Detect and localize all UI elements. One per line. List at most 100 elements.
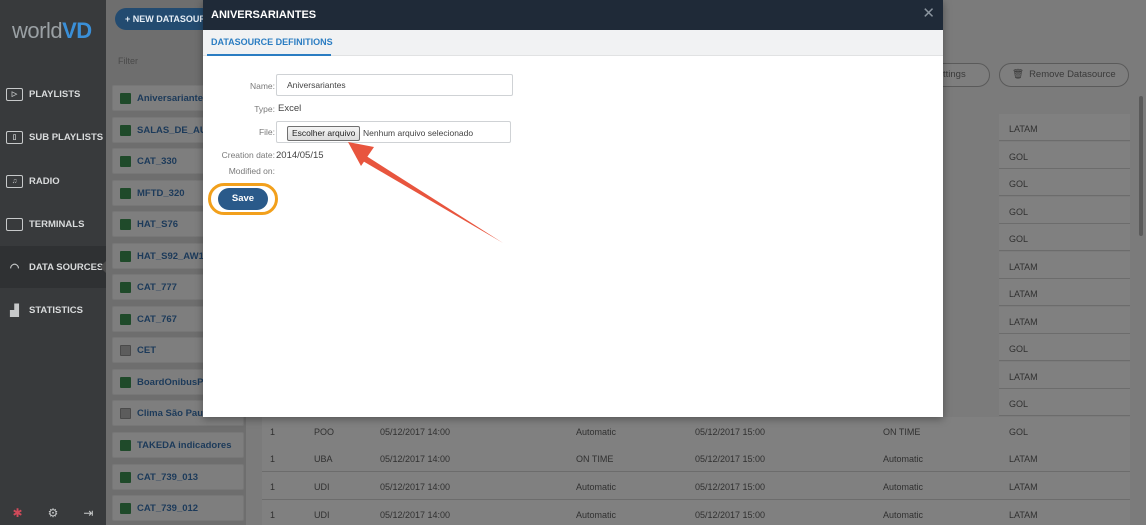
- file-status-text: Nenhum arquivo selecionado: [363, 128, 474, 138]
- sidebar: worldVD ▷ PLAYLISTS ▯ SUB PLAYLISTS ♫ RADIO…: [0, 0, 107, 525]
- grid-cell: GOL: [999, 224, 1130, 251]
- table-cell: Automatic: [883, 510, 924, 520]
- sidebar-item-label: SUB PLAYLISTS: [29, 131, 104, 143]
- table-row[interactable]: 1 UDI 05/12/2017 14:00 Automatic 05/12/2017 …: [262, 472, 1130, 500]
- datasource-item[interactable]: CAT_739_012: [112, 495, 244, 521]
- table-cell: ON TIME: [883, 427, 921, 437]
- table-cell: 05/12/2017 14:00: [380, 427, 451, 437]
- generic-file-icon: [120, 407, 131, 419]
- table-cell: ON TIME: [576, 454, 614, 464]
- logout-icon[interactable]: ⇥: [83, 506, 93, 520]
- grid-cell: GOL: [999, 389, 1130, 416]
- table-cell: 05/12/2017 15:00: [695, 454, 766, 464]
- table-cell: 05/12/2017 14:00: [380, 482, 451, 492]
- tab-datasource-definitions[interactable]: DATASOURCE DEFINITIONS: [211, 37, 333, 47]
- grid-cell: GOL: [999, 197, 1130, 224]
- scrollbar[interactable]: [1139, 96, 1143, 236]
- table-cell: 05/12/2017 14:00: [380, 454, 451, 464]
- table-row[interactable]: 1 UDI 05/12/2017 14:00 Automatic 05/12/2017 …: [262, 500, 1130, 525]
- creation-date-label: Creation date:: [221, 150, 275, 160]
- table-cell: POO: [314, 427, 335, 437]
- play-icon: ▷: [6, 87, 23, 101]
- generic-file-icon: [120, 344, 131, 356]
- grid-cell: LATAM: [999, 279, 1130, 306]
- grid-cell: LATAM: [999, 307, 1130, 334]
- table-cell: Automatic: [576, 510, 617, 520]
- excel-file-icon: [120, 218, 131, 230]
- grid-cell: LATAM: [999, 252, 1130, 279]
- table-cell: 1: [270, 482, 276, 492]
- sidebar-item-sub-playlists[interactable]: ▯ SUB PLAYLISTS: [0, 116, 106, 158]
- uk-flag-icon[interactable]: ✱: [13, 506, 23, 520]
- datasource-item[interactable]: TAKEDA indicadores: [112, 432, 244, 458]
- sidebar-item-label: TERMINALS: [29, 218, 85, 230]
- monitor-icon: [6, 217, 23, 231]
- type-label: Type:: [254, 104, 275, 114]
- sidebar-item-playlists[interactable]: ▷ PLAYLISTS: [0, 73, 106, 115]
- table-cell: 05/12/2017 15:00: [695, 510, 766, 520]
- excel-file-icon: [120, 124, 131, 136]
- excel-file-icon: [120, 376, 131, 388]
- table-cell: UBA: [314, 454, 333, 464]
- table-row[interactable]: 1 UBA 05/12/2017 14:00 ON TIME 05/12/2017 15…: [262, 444, 1130, 472]
- table-cell: 05/12/2017 14:00: [380, 510, 451, 520]
- wifi-icon: ◠: [9, 261, 20, 274]
- excel-file-icon: [120, 313, 131, 325]
- sidebar-item-label: RADIO: [29, 175, 60, 187]
- excel-file-icon: [120, 439, 131, 451]
- logo: worldVD: [12, 18, 92, 43]
- table-cell: Automatic: [576, 482, 617, 492]
- remove-datasource-button[interactable]: 🗑 Remove Datasource: [999, 63, 1129, 87]
- table-cell: Automatic: [883, 482, 924, 492]
- excel-file-icon: [120, 92, 131, 104]
- sidebar-item-label: STATISTICS: [29, 304, 84, 316]
- save-button[interactable]: Save: [218, 188, 268, 210]
- excel-file-icon: [120, 155, 131, 167]
- file-label: File:: [258, 127, 275, 137]
- datasource-modal: ANIVERSARIANTES ✕ DATASOURCE DEFINITIONS…: [203, 0, 943, 417]
- name-label: Name:: [249, 81, 275, 91]
- sub-playlist-icon: ▯: [6, 130, 23, 144]
- type-value: Excel: [278, 103, 302, 114]
- filter-input[interactable]: Filter: [118, 56, 138, 66]
- grid-cell: GOL: [999, 334, 1130, 361]
- table-cell: LATAM: [1009, 510, 1038, 520]
- close-icon[interactable]: ✕: [922, 6, 935, 22]
- modal-title: ANIVERSARIANTES: [211, 9, 317, 21]
- table-cell: 05/12/2017 15:00: [695, 482, 766, 492]
- grid-cell: LATAM: [999, 114, 1130, 141]
- table-cell: 1: [270, 454, 276, 464]
- creation-date-value: 2014/05/15: [276, 150, 324, 161]
- sidebar-item-radio[interactable]: ♫ RADIO: [0, 160, 106, 202]
- datasource-item[interactable]: CAT_739_013: [112, 464, 244, 490]
- table-cell: UDI: [314, 482, 330, 492]
- sidebar-item-label: DATA SOURCES: [29, 261, 104, 273]
- gear-icon[interactable]: ⚙: [48, 506, 59, 520]
- modified-on-label: Modified on:: [228, 166, 275, 176]
- excel-file-icon: [120, 471, 131, 483]
- excel-file-icon: [120, 502, 131, 514]
- modal-header: ANIVERSARIANTES ✕: [203, 0, 943, 30]
- grid-cell: GOL: [999, 142, 1130, 169]
- radio-icon: ♫: [6, 174, 23, 188]
- sidebar-item-label: PLAYLISTS: [29, 88, 81, 100]
- table-cell: LATAM: [1009, 482, 1038, 492]
- excel-file-icon: [120, 250, 131, 262]
- table-cell: UDI: [314, 510, 330, 520]
- choose-file-button[interactable]: Escolher arquivo: [287, 126, 361, 141]
- sidebar-item-data-sources[interactable]: ◠ DATA SOURCES: [0, 246, 107, 288]
- grid-cell: LATAM: [999, 362, 1130, 389]
- trash-icon: 🗑: [1012, 69, 1025, 80]
- table-cell: 05/12/2017 15:00: [695, 427, 766, 437]
- table-cell: GOL: [1009, 427, 1029, 437]
- table-cell: 1: [270, 510, 276, 520]
- name-field[interactable]: Aniversariantes: [276, 74, 513, 96]
- bar-chart-icon: ▟: [10, 304, 19, 317]
- grid-cell: GOL: [999, 169, 1130, 196]
- sidebar-item-terminals[interactable]: TERMINALS: [0, 203, 106, 245]
- modal-tabs: DATASOURCE DEFINITIONS: [203, 30, 943, 56]
- table-cell: Automatic: [883, 454, 924, 464]
- table-row[interactable]: 1 POO 05/12/2017 14:00 Automatic 05/12/2017 …: [262, 417, 1130, 445]
- sidebar-item-statistics[interactable]: ▟ STATISTICS: [0, 289, 106, 331]
- table-cell: Automatic: [576, 427, 617, 437]
